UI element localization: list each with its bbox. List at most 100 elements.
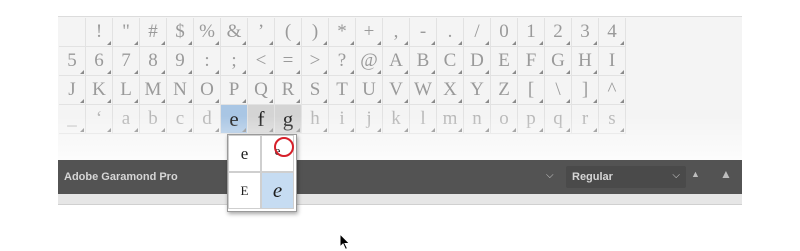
- glyph-cell[interactable]: M: [140, 76, 167, 105]
- glyph-cell[interactable]: K: [86, 76, 113, 105]
- alternates-triangle-icon: [431, 41, 435, 45]
- glyph-cell[interactable]: h: [302, 105, 329, 134]
- alternates-triangle-icon: [377, 70, 381, 74]
- glyph-cell[interactable]: J: [59, 76, 86, 105]
- glyph-cell[interactable]: >: [302, 47, 329, 76]
- glyph-cell[interactable]: W: [410, 76, 437, 105]
- glyph-cell[interactable]: T: [329, 76, 356, 105]
- glyph-cell[interactable]: ?: [329, 47, 356, 76]
- glyph-cell[interactable]: P: [221, 76, 248, 105]
- glyph-cell[interactable]: -: [410, 18, 437, 47]
- font-style-menu[interactable]: Regular ⌵: [566, 166, 686, 188]
- glyph-cell[interactable]: c: [167, 105, 194, 134]
- zoom-out-icon[interactable]: ▲: [691, 169, 700, 179]
- glyph-cell[interactable]: b: [140, 105, 167, 134]
- glyph-cell[interactable]: 6: [86, 47, 113, 76]
- glyph-cell[interactable]: %: [194, 18, 221, 47]
- font-family-chevron-icon[interactable]: ⌵: [546, 170, 554, 181]
- glyph-cell[interactable]: @: [356, 47, 383, 76]
- glyph-cell[interactable]: k: [383, 105, 410, 134]
- glyph-cell[interactable]: .: [437, 18, 464, 47]
- glyph-cell[interactable]: (: [275, 18, 302, 47]
- glyph-cell[interactable]: _: [59, 105, 86, 134]
- glyph-cell[interactable]: <: [248, 47, 275, 76]
- glyph-cell[interactable]: &: [221, 18, 248, 47]
- glyph-cell[interactable]: q: [545, 105, 572, 134]
- alternate-glyph-selected[interactable]: e: [261, 172, 294, 209]
- glyph-cell[interactable]: 0: [491, 18, 518, 47]
- glyph-cell[interactable]: ]: [572, 76, 599, 105]
- glyph-cell[interactable]: F: [518, 47, 545, 76]
- glyph-cell[interactable]: U: [356, 76, 383, 105]
- glyph-cell[interactable]: 5: [59, 47, 86, 76]
- glyph-cell[interactable]: ": [113, 18, 140, 47]
- glyph-cell[interactable]: S: [302, 76, 329, 105]
- glyph-cell[interactable]: d: [194, 105, 221, 134]
- glyph-cell[interactable]: Q: [248, 76, 275, 105]
- glyph-cell[interactable]: Y: [464, 76, 491, 105]
- alternate-glyph[interactable]: e: [228, 135, 261, 172]
- glyph-cell[interactable]: G: [545, 47, 572, 76]
- glyph-cell[interactable]: 4: [599, 18, 626, 47]
- glyph-cell[interactable]: i: [329, 105, 356, 134]
- glyph-cell[interactable]: =: [275, 47, 302, 76]
- glyph-cell[interactable]: l: [410, 105, 437, 134]
- glyph-cell[interactable]: R: [275, 76, 302, 105]
- glyph-cell[interactable]: 9: [167, 47, 194, 76]
- alternates-triangle-icon: [242, 128, 246, 132]
- glyph-cell[interactable]: #: [140, 18, 167, 47]
- glyph-cell[interactable]: ‘: [86, 105, 113, 134]
- glyph-cell[interactable]: ): [302, 18, 329, 47]
- glyph-cell[interactable]: N: [167, 76, 194, 105]
- glyph-cell[interactable]: L: [113, 76, 140, 105]
- glyph-cell[interactable]: *: [329, 18, 356, 47]
- glyph-cell[interactable]: 3: [572, 18, 599, 47]
- glyph-cell[interactable]: ,: [383, 18, 410, 47]
- alternates-triangle-icon: [485, 99, 489, 103]
- glyph-cell[interactable]: f: [248, 105, 275, 134]
- alternates-triangle-icon: [269, 70, 273, 74]
- glyph-cell[interactable]: /: [464, 18, 491, 47]
- glyph-cell[interactable]: g: [275, 105, 302, 134]
- glyph-cell[interactable]: +: [356, 18, 383, 47]
- glyph-cell[interactable]: :: [194, 47, 221, 76]
- glyph-cell[interactable]: m: [437, 105, 464, 134]
- glyph-cell[interactable]: ;: [221, 47, 248, 76]
- glyph-cell[interactable]: O: [194, 76, 221, 105]
- glyph-cell[interactable]: D: [464, 47, 491, 76]
- alternates-triangle-icon: [458, 128, 462, 132]
- glyph-cell[interactable]: !: [86, 18, 113, 47]
- glyph-cell[interactable]: $: [167, 18, 194, 47]
- glyph-cell[interactable]: B: [410, 47, 437, 76]
- glyph-cell[interactable]: p: [518, 105, 545, 134]
- glyph-cell[interactable]: a: [113, 105, 140, 134]
- glyph-cell[interactable]: V: [383, 76, 410, 105]
- glyph-cell[interactable]: X: [437, 76, 464, 105]
- glyph-cell[interactable]: ^: [599, 76, 626, 105]
- glyph-cell[interactable]: 7: [113, 47, 140, 76]
- glyph-cell[interactable]: e: [221, 105, 248, 134]
- alternates-triangle-icon: [242, 41, 246, 45]
- glyph-cell[interactable]: A: [383, 47, 410, 76]
- glyph-cell[interactable]: r: [572, 105, 599, 134]
- glyph-cell[interactable]: 2: [545, 18, 572, 47]
- glyph-cell[interactable]: 8: [140, 47, 167, 76]
- zoom-in-icon[interactable]: ▲: [720, 167, 732, 181]
- glyph-cell[interactable]: C: [437, 47, 464, 76]
- glyph-cell[interactable]: I: [599, 47, 626, 76]
- font-family-menu[interactable]: Adobe Garamond Pro: [64, 171, 178, 183]
- glyph-cell[interactable]: s: [599, 105, 626, 134]
- glyph-cell[interactable]: ’: [248, 18, 275, 47]
- alternate-glyph[interactable]: E: [228, 172, 261, 209]
- glyph-cell[interactable]: 1: [518, 18, 545, 47]
- glyph-cell[interactable]: o: [491, 105, 518, 134]
- glyph-cell[interactable]: Z: [491, 76, 518, 105]
- glyph-cell[interactable]: H: [572, 47, 599, 76]
- alternates-triangle-icon: [539, 99, 543, 103]
- glyph-cell[interactable]: n: [464, 105, 491, 134]
- glyph-cell[interactable]: j: [356, 105, 383, 134]
- glyph-cell[interactable]: [: [518, 76, 545, 105]
- glyph-cell[interactable]: E: [491, 47, 518, 76]
- glyph-cell[interactable]: \: [545, 76, 572, 105]
- glyph-cell[interactable]: [59, 18, 86, 47]
